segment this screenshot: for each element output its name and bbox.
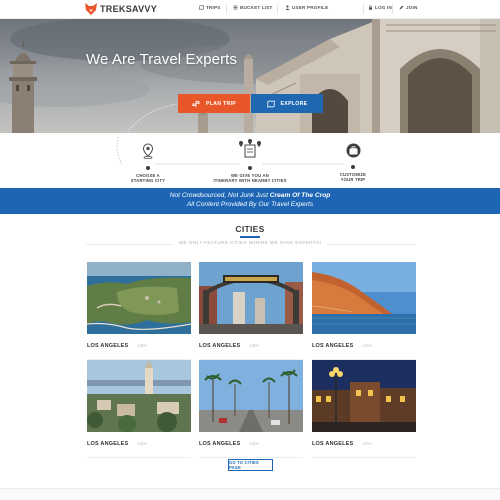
logo[interactable]: TREKSAVVY: [85, 3, 157, 15]
go-to-cities-button[interactable]: GO TO CITIES PAGE: [228, 459, 273, 471]
explore-button[interactable]: EXPLORE: [251, 94, 323, 113]
tagline-line-2: All Content Provided By Our Travel Exper…: [186, 200, 314, 208]
city-photo: [199, 360, 303, 432]
footer: [0, 489, 500, 500]
how-it-works: CHOOSE A STARTING CITY WE GIVE YOU AN IT…: [0, 133, 500, 188]
tagline-line-1: Not Crowdsourced, Not Junk Just Cream Of…: [0, 192, 500, 201]
city-meta: LOS ANGELES USA: [312, 441, 416, 447]
user-icon: [285, 5, 290, 10]
lock-icon: [369, 5, 372, 10]
step-label: YOUR TRIP: [340, 177, 366, 183]
step-dot: [146, 166, 150, 170]
cities-heading: CITIES: [235, 224, 265, 234]
city-photo: [312, 262, 416, 334]
step-customize: CUSTOMIZE YOUR TRIP: [330, 143, 376, 182]
divider-line: [199, 457, 303, 458]
city-name: LOS ANGELES: [87, 343, 129, 349]
city-country: USA: [249, 343, 259, 348]
city-meta: LOS ANGELES USA: [87, 441, 191, 447]
cities-heading-underline: [240, 236, 260, 238]
city-card[interactable]: LOS ANGELES USA: [312, 262, 416, 360]
tagline-highlight: Cream Of The Crop: [269, 192, 331, 199]
city-meta: LOS ANGELES USA: [199, 343, 303, 349]
city-country: USA: [362, 343, 372, 348]
map-pin-icon: [142, 143, 154, 159]
city-card[interactable]: LOS ANGELES USA: [87, 360, 191, 458]
city-meta: LOS ANGELES USA: [199, 441, 303, 447]
city-photo: [312, 360, 416, 432]
city-card[interactable]: LOS ANGELES USA: [87, 262, 191, 360]
fox-logo-icon: [85, 3, 97, 15]
nav-divider: [392, 4, 393, 14]
itinerary-icon: [239, 139, 261, 158]
step-itinerary: WE GIVE YOU AN ITINERARY WITH NEARBY CIT…: [213, 139, 287, 183]
nav-user-profile[interactable]: USER PROFILE: [285, 5, 328, 10]
list-icon: [233, 5, 238, 10]
tagline-banner: Not Crowdsourced, Not Junk Just Cream Of…: [0, 188, 500, 214]
nav-bucket-list[interactable]: BUCKET LIST: [233, 5, 273, 10]
city-country: USA: [249, 441, 259, 446]
suitcase-icon: [346, 143, 360, 158]
city-card[interactable]: LOS ANGELES USA: [199, 262, 303, 360]
step-dot: [248, 166, 252, 170]
city-country: USA: [137, 343, 147, 348]
directions-icon: [191, 100, 200, 107]
explore-label: EXPLORE: [280, 100, 308, 107]
nav-user-profile-label: USER PROFILE: [292, 5, 329, 10]
nav-log-in-label: LOG IN: [375, 5, 393, 10]
city-country: USA: [362, 441, 372, 446]
taj-mahal-photo: [0, 19, 500, 133]
city-name: LOS ANGELES: [312, 343, 354, 349]
nav-join[interactable]: JOIN: [399, 5, 418, 10]
city-photo: [199, 262, 303, 334]
nav-log-in[interactable]: LOG IN: [368, 5, 392, 10]
step-label: ITINERARY WITH NEARBY CITIES: [213, 178, 287, 184]
plan-trip-button[interactable]: PLAN TRIP: [178, 94, 250, 113]
city-card[interactable]: LOS ANGELES USA: [199, 360, 303, 458]
divider-line: [87, 457, 191, 458]
step-dot: [351, 165, 355, 169]
hero-banner: We Are Travel Experts PLAN TRIP EXPLORE: [0, 19, 500, 133]
city-card[interactable]: LOS ANGELES USA: [312, 360, 416, 458]
city-name: LOS ANGELES: [87, 441, 129, 447]
tagline-prefix: Not Crowdsourced, Not Junk Just: [169, 192, 270, 199]
city-name: LOS ANGELES: [199, 343, 241, 349]
city-photo: [87, 360, 191, 432]
top-nav: TREKSAVVY TRIPS BUCKET LIST USER PROFILE…: [0, 0, 500, 19]
pencil-icon: [399, 5, 404, 10]
map-icon: [266, 99, 275, 108]
nav-divider: [226, 4, 227, 14]
cities-subtitle: WE ONLY FEATURE CITIES WHERE WE HAVE EXP…: [178, 241, 322, 246]
nav-divider: [277, 4, 278, 14]
nav-join-label: JOIN: [406, 5, 418, 10]
city-meta: LOS ANGELES USA: [87, 343, 191, 349]
map-icon: [199, 5, 204, 10]
step-label: STARTING CITY: [130, 178, 166, 184]
nav-trips[interactable]: TRIPS: [199, 5, 221, 10]
brand-name: TREKSAVVY: [100, 4, 158, 14]
city-name: LOS ANGELES: [312, 441, 354, 447]
city-meta: LOS ANGELES USA: [312, 343, 416, 349]
city-country: USA: [137, 441, 147, 446]
nav-divider: [363, 4, 364, 14]
city-photo: [87, 262, 191, 334]
plan-trip-label: PLAN TRIP: [205, 100, 237, 107]
divider-line: [312, 457, 416, 458]
nav-trips-label: TRIPS: [206, 5, 221, 10]
hero-title: We Are Travel Experts: [86, 51, 238, 68]
nav-bucket-list-label: BUCKET LIST: [240, 5, 273, 10]
city-name: LOS ANGELES: [199, 441, 241, 447]
step-choose-city: CHOOSE A STARTING CITY: [125, 143, 171, 183]
